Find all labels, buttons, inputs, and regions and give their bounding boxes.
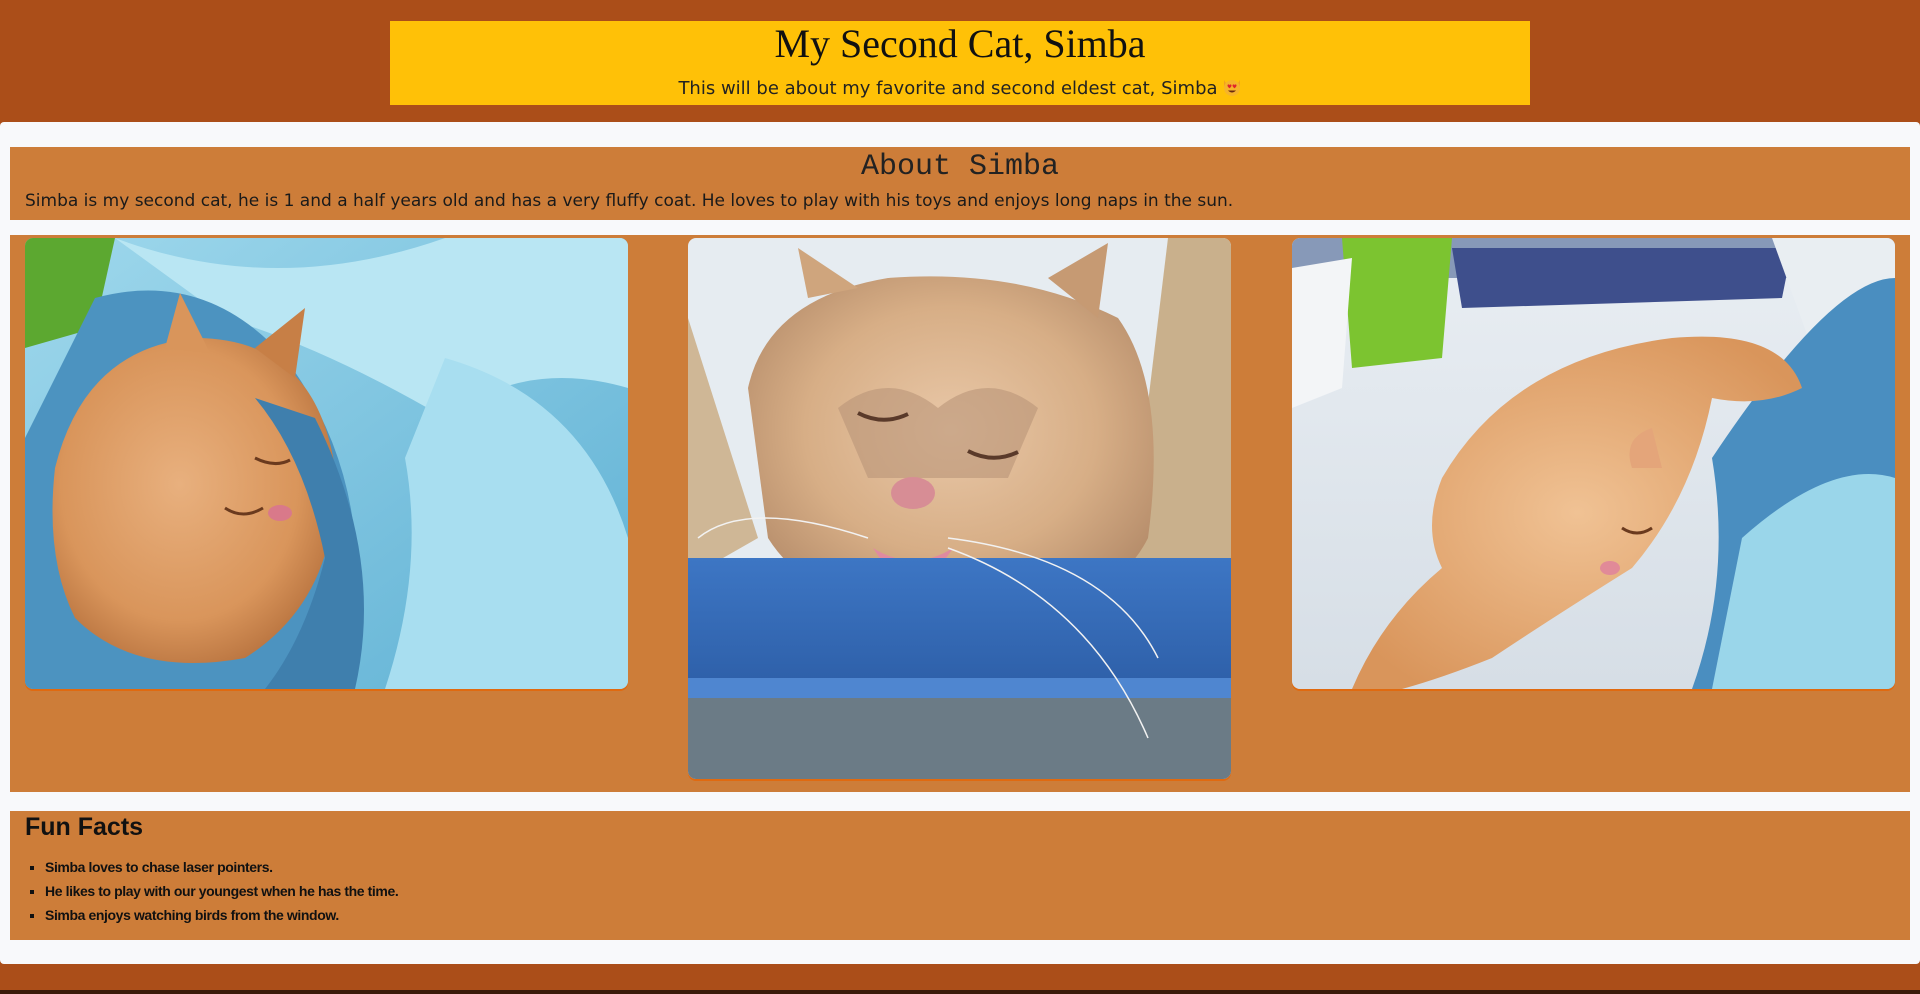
site-header: My Second Cat, Simba This will be about … xyxy=(390,21,1530,105)
about-section: About Simba Simba is my second cat, he i… xyxy=(10,147,1910,220)
main-panel: About Simba Simba is my second cat, he i… xyxy=(0,122,1920,964)
fun-facts-list: Simba loves to chase laser pointers. He … xyxy=(25,855,399,927)
page-title: My Second Cat, Simba xyxy=(774,21,1146,66)
page-subtitle: This will be about my favorite and secon… xyxy=(390,77,1530,99)
list-item: He likes to play with our youngest when … xyxy=(45,879,399,903)
about-text: Simba is my second cat, he is 1 and a ha… xyxy=(25,191,1234,211)
list-item: Simba loves to chase laser pointers. xyxy=(45,855,398,879)
about-heading: About Simba xyxy=(860,150,1060,184)
simba-sleeping-blankets-photo xyxy=(25,238,628,689)
fun-facts-heading: Fun Facts xyxy=(25,813,144,841)
heart-eyes-cat-icon xyxy=(1222,77,1242,97)
page-bottom-edge xyxy=(0,990,1920,994)
fun-facts-section: Fun Facts Simba loves to chase laser poi… xyxy=(10,811,1910,940)
photo-gallery xyxy=(10,235,1910,792)
list-item: Simba enjoys watching birds from the win… xyxy=(45,903,398,927)
simba-lying-on-bed-photo xyxy=(1292,238,1895,689)
subtitle-text: This will be about my favorite and secon… xyxy=(678,78,1218,99)
simba-face-closeup-photo xyxy=(688,238,1231,779)
